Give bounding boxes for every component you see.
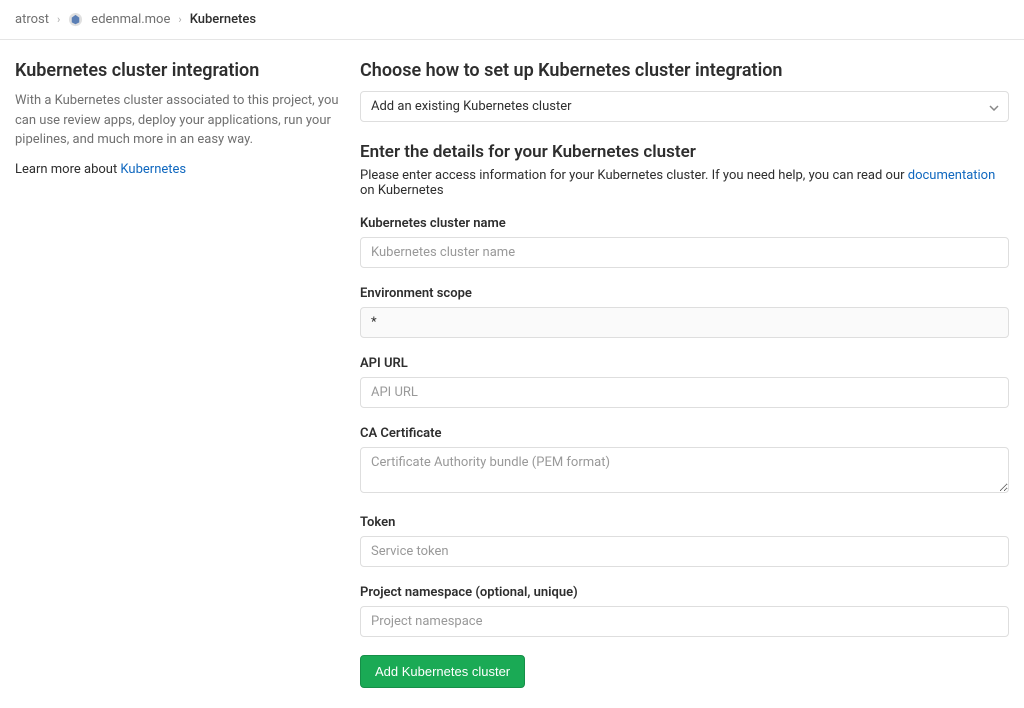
namespace-label: Project namespace (optional, unique) bbox=[360, 585, 1009, 600]
env-scope-input[interactable] bbox=[360, 307, 1009, 338]
kubernetes-link[interactable]: Kubernetes bbox=[120, 162, 186, 177]
chevron-right-icon: › bbox=[57, 13, 60, 26]
add-cluster-button[interactable]: Add Kubernetes cluster bbox=[360, 655, 525, 688]
setup-method-select-wrap: Add an existing Kubernetes cluster bbox=[360, 91, 1009, 122]
documentation-link[interactable]: documentation bbox=[908, 168, 996, 183]
project-avatar-icon bbox=[68, 12, 83, 27]
chevron-right-icon: › bbox=[178, 13, 181, 26]
help-text: Please enter access information for your… bbox=[360, 168, 1009, 198]
help-suffix: on Kubernetes bbox=[360, 183, 444, 198]
ca-cert-input[interactable] bbox=[360, 447, 1009, 493]
help-prefix: Please enter access information for your… bbox=[360, 168, 908, 183]
main-content: Choose how to set up Kubernetes cluster … bbox=[360, 60, 1009, 688]
choose-heading: Choose how to set up Kubernetes cluster … bbox=[360, 60, 1009, 81]
cluster-name-label: Kubernetes cluster name bbox=[360, 216, 1009, 231]
token-label: Token bbox=[360, 515, 1009, 530]
learn-more-prefix: Learn more about bbox=[15, 162, 120, 177]
cluster-name-input[interactable] bbox=[360, 237, 1009, 268]
api-url-label: API URL bbox=[360, 356, 1009, 371]
learn-more: Learn more about Kubernetes bbox=[15, 162, 340, 177]
breadcrumb-user[interactable]: atrost bbox=[15, 12, 49, 27]
setup-method-select[interactable]: Add an existing Kubernetes cluster bbox=[360, 91, 1009, 122]
breadcrumb-project[interactable]: edenmal.moe bbox=[91, 12, 170, 27]
sidebar-description: With a Kubernetes cluster associated to … bbox=[15, 91, 340, 150]
sidebar: Kubernetes cluster integration With a Ku… bbox=[15, 60, 340, 688]
details-heading: Enter the details for your Kubernetes cl… bbox=[360, 142, 1009, 162]
token-input[interactable] bbox=[360, 536, 1009, 567]
namespace-input[interactable] bbox=[360, 606, 1009, 637]
breadcrumb-current: Kubernetes bbox=[190, 12, 256, 27]
breadcrumb: atrost › edenmal.moe › Kubernetes bbox=[0, 0, 1024, 40]
ca-cert-label: CA Certificate bbox=[360, 426, 1009, 441]
env-scope-label: Environment scope bbox=[360, 286, 1009, 301]
sidebar-title: Kubernetes cluster integration bbox=[15, 60, 340, 81]
api-url-input[interactable] bbox=[360, 377, 1009, 408]
